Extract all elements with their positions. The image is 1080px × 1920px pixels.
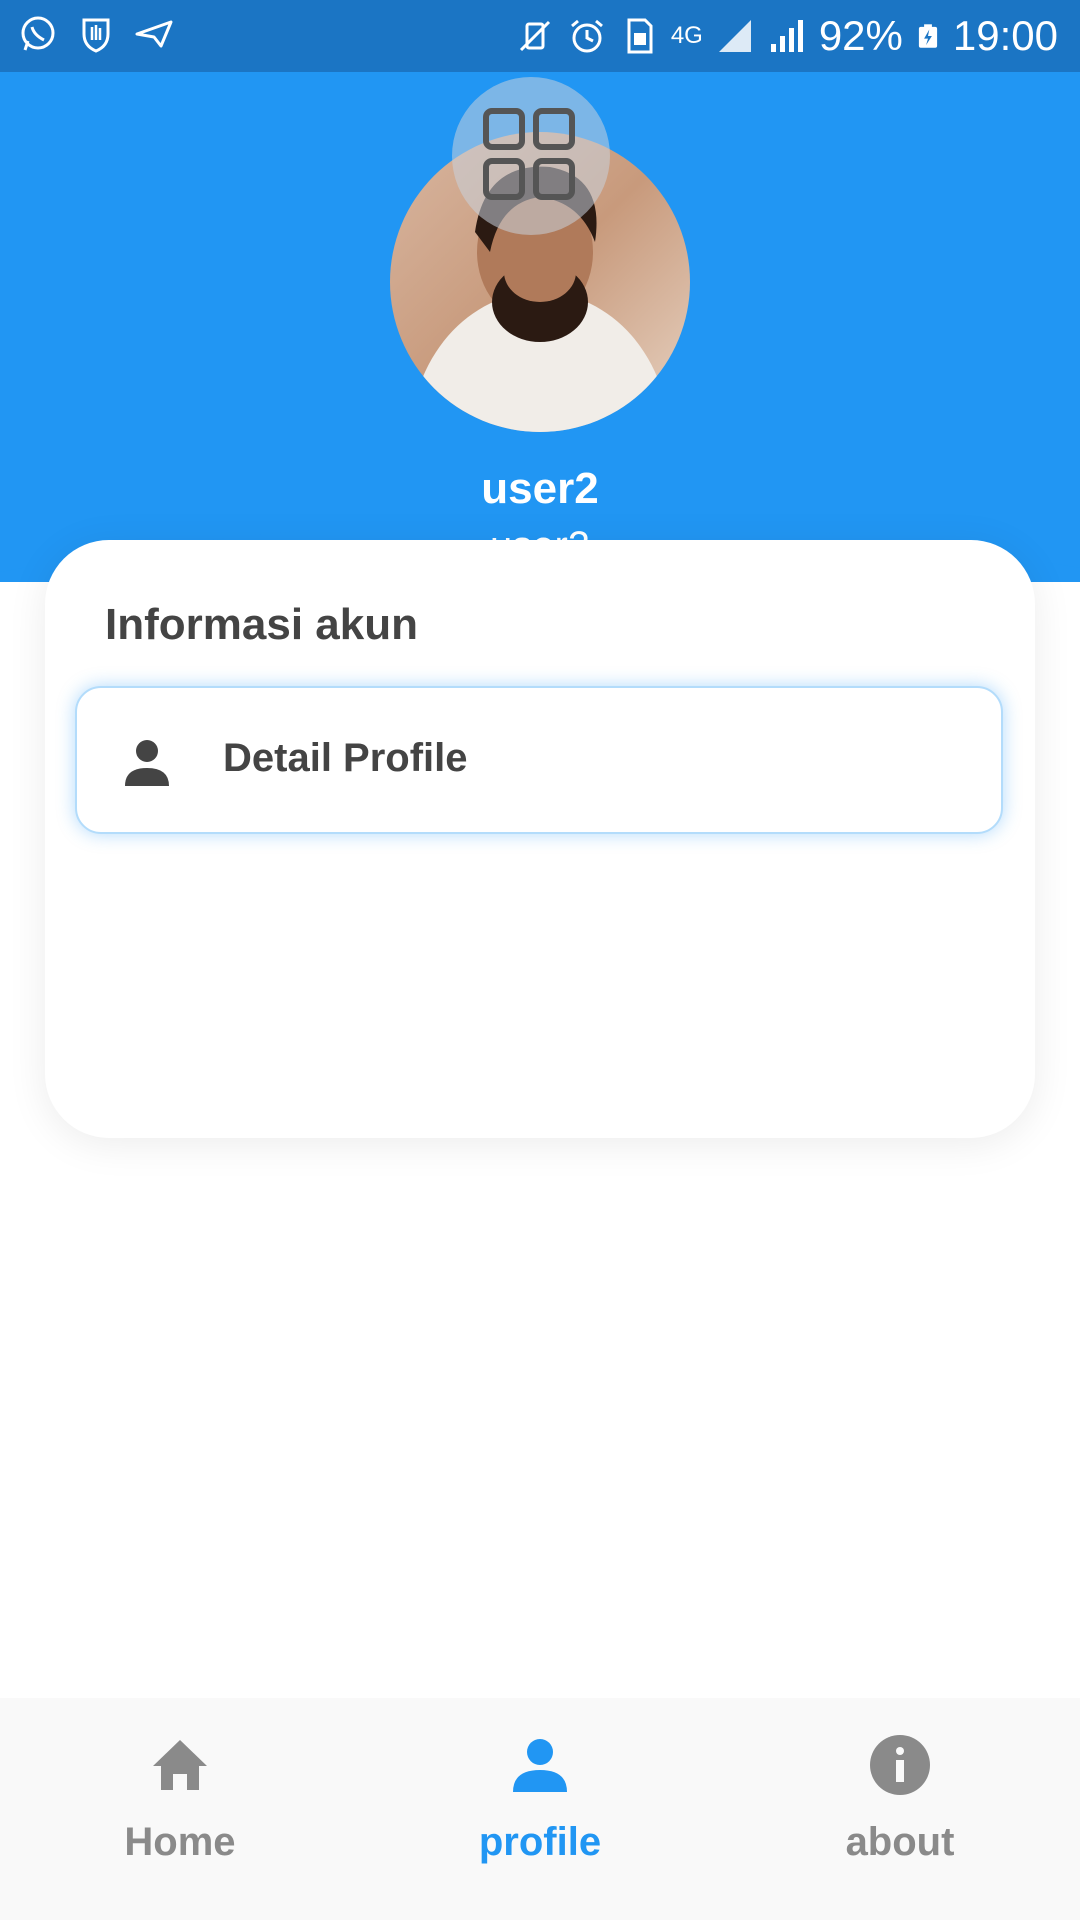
card-title: Informasi akun xyxy=(105,600,418,649)
detail-profile-item[interactable]: Detail Profile xyxy=(75,686,1003,834)
person-icon xyxy=(125,740,169,786)
send-icon xyxy=(135,20,173,48)
profile-username: user2 xyxy=(481,464,599,513)
nav-item-about[interactable]: about xyxy=(720,1698,1080,1920)
nav-label-about: about xyxy=(845,1820,955,1864)
profile-header: user2 user2 xyxy=(0,72,1080,582)
status-left-icons xyxy=(18,14,174,54)
nav-label-home: Home xyxy=(124,1820,236,1864)
info-icon xyxy=(870,1735,930,1795)
sim-icon xyxy=(627,18,653,54)
battery-icon xyxy=(918,24,937,48)
whatsapp-icon xyxy=(21,16,55,51)
clock: 19:00 xyxy=(952,12,1058,59)
floating-overlay-bubble[interactable] xyxy=(452,77,610,235)
account-info-card: Informasi akun Detail Profile xyxy=(45,540,1035,1138)
battery-percent: 92% xyxy=(818,12,903,59)
nav-label-profile: profile xyxy=(478,1820,602,1864)
home-icon xyxy=(153,1740,207,1790)
grid-icon xyxy=(483,108,575,200)
person-icon xyxy=(513,1739,567,1792)
nav-item-home[interactable]: Home xyxy=(0,1698,360,1920)
network-4g-label: 4G xyxy=(670,22,703,49)
detail-profile-label: Detail Profile xyxy=(223,736,468,780)
nav-item-profile[interactable]: profile xyxy=(360,1698,720,1920)
hand-shield-icon xyxy=(82,18,110,53)
status-right-icons: 4G 92% 19:00 xyxy=(515,10,1058,62)
mute-icon xyxy=(519,20,550,52)
signal-bars-icon xyxy=(770,20,803,52)
signal-icon xyxy=(718,20,751,52)
bottom-navigation: Home profile about xyxy=(0,1698,1080,1920)
alarm-icon xyxy=(570,19,603,53)
status-bar: 4G 92% 19:00 xyxy=(0,0,1080,72)
